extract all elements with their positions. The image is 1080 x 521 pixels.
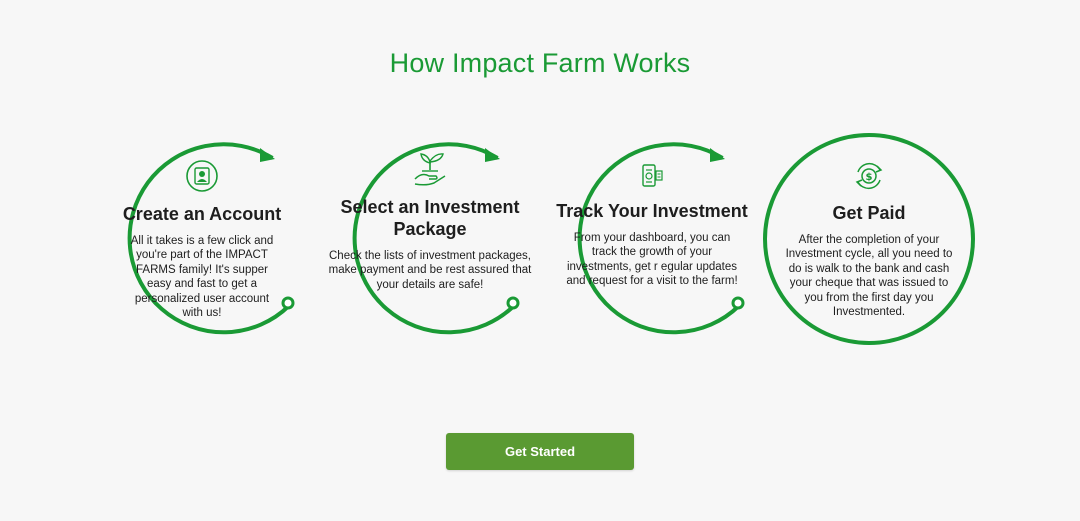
svg-text:$: $ — [866, 172, 873, 183]
step-title: Select an Investment Package — [340, 197, 520, 239]
step-title: Create an Account — [122, 204, 282, 224]
user-account-icon — [186, 160, 218, 192]
dashboard-tracking-icon — [642, 164, 663, 187]
step-description: All it takes is a few click and you're p… — [130, 235, 274, 320]
step-description: From your dashboard, you can track the g… — [566, 232, 738, 288]
step-description: After the completion of your Investment … — [785, 234, 953, 319]
how-it-works-section: How Impact Farm Works Create an Account … — [0, 0, 1080, 521]
step-title: Get Paid — [832, 203, 906, 223]
plant-in-hand-icon — [414, 153, 446, 186]
get-started-button[interactable]: Get Started — [446, 433, 634, 470]
money-cycle-icon: $ — [855, 162, 883, 190]
page-title: How Impact Farm Works — [389, 48, 691, 78]
step-title: Track Your Investment — [556, 201, 748, 221]
step-description: Check the lists of investment packages, … — [328, 250, 532, 291]
